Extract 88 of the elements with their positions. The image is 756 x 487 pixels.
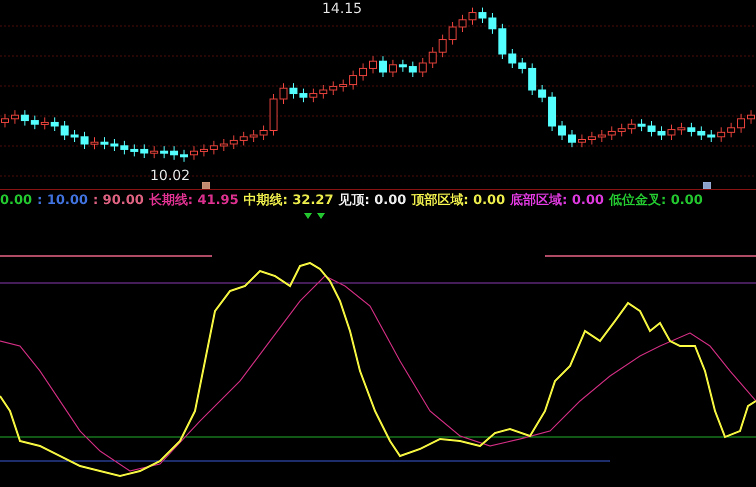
candlestick	[528, 62, 536, 96]
candlestick	[717, 126, 726, 142]
candlestick	[508, 48, 516, 68]
candlestick	[667, 124, 676, 140]
candlestick	[359, 62, 368, 82]
candlestick	[498, 23, 506, 60]
candlestick	[388, 59, 397, 78]
candlestick	[280, 82, 288, 104]
candlestick	[299, 88, 308, 103]
candlestick	[737, 113, 746, 134]
candlestick	[220, 138, 228, 152]
candlestick	[548, 92, 556, 132]
candlestick	[50, 116, 59, 132]
candlestick	[319, 84, 328, 100]
candlestick	[270, 94, 278, 136]
candlestick	[90, 136, 98, 150]
candlestick	[230, 134, 238, 150]
indicator-legend-item: 长期线: 41.95	[148, 192, 239, 209]
indicator-legend-item: 低位金叉: 0.00	[608, 192, 703, 209]
candlestick	[10, 110, 19, 124]
candlestick	[260, 125, 268, 140]
arrow-icon	[304, 213, 325, 219]
candlestick	[349, 70, 358, 90]
candlestick	[110, 138, 118, 152]
candlestick	[488, 12, 496, 34]
marker-icon	[703, 182, 711, 189]
candlestick	[130, 144, 138, 157]
marker-icon	[202, 182, 210, 189]
candlestick	[170, 146, 178, 160]
candlestick	[618, 123, 626, 137]
candlestick	[578, 134, 586, 148]
candlestick	[150, 146, 158, 159]
candlestick	[428, 46, 437, 68]
candlestick	[687, 122, 696, 137]
candlestick	[448, 22, 457, 46]
candlestick	[160, 146, 168, 159]
candlestick	[628, 118, 636, 134]
candlestick	[70, 130, 79, 142]
candlestick	[608, 126, 616, 140]
candlestick	[727, 122, 736, 138]
candlestick	[648, 120, 656, 137]
candlestick	[588, 131, 596, 145]
high-price-label: 14.15	[322, 1, 362, 17]
candlestick	[80, 131, 89, 150]
candlestick	[20, 110, 29, 126]
candlestick	[30, 115, 39, 130]
indicator-legend-item: : 10.00	[37, 192, 88, 208]
candlestick	[250, 130, 258, 142]
candlestick	[518, 58, 526, 74]
candlestick	[369, 56, 378, 74]
candlestick	[339, 79, 348, 92]
candlestick	[408, 61, 417, 78]
indicator-legend-item: : 90.00	[92, 192, 144, 208]
candlestick	[60, 120, 69, 140]
candlestick	[378, 56, 387, 78]
candlestick	[478, 7, 486, 24]
indicator-legend-item: 底部区域: 0.00	[510, 192, 604, 209]
candlestick	[40, 116, 49, 130]
candlestick	[558, 120, 566, 140]
candlestick	[638, 118, 646, 132]
candlestick	[418, 58, 427, 78]
candlestick	[100, 136, 108, 150]
candlestick	[210, 140, 218, 155]
candlestick	[329, 80, 338, 96]
candlestick	[538, 84, 546, 103]
indicator-legend-item: 顶部区域: 0.00	[411, 192, 506, 209]
candlestick	[468, 7, 476, 26]
indicator-legend-item: 见顶: 0.00	[338, 192, 406, 209]
candlestick	[289, 82, 298, 100]
candlestick	[697, 126, 706, 140]
candlestick	[120, 140, 128, 155]
candlestick	[568, 130, 576, 148]
candlestick	[438, 34, 447, 58]
candlestick	[200, 144, 208, 157]
candlestick	[458, 14, 467, 32]
candlestick	[398, 59, 407, 72]
candlestick	[180, 149, 188, 162]
indicator-legend-item: 中期线: 32.27	[244, 192, 334, 209]
candlestick	[309, 88, 318, 103]
candlestick	[658, 126, 666, 140]
low-price-label: 10.02	[150, 168, 190, 184]
candlestick	[677, 122, 686, 136]
candlestick	[598, 130, 606, 142]
candlestick	[240, 131, 248, 146]
candlestick	[190, 146, 198, 160]
candlestick	[140, 144, 148, 158]
candlestick	[707, 130, 716, 142]
indicator-legend-item: 0.00	[0, 192, 32, 208]
